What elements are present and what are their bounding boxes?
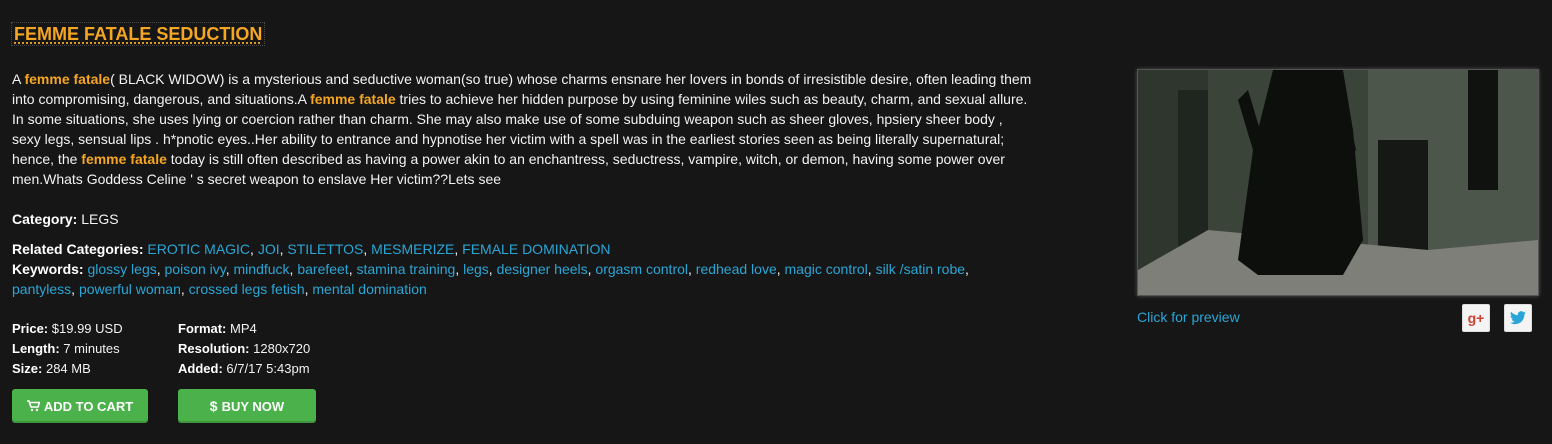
related-list: EROTIC MAGIC, JOI, STILETTOS, MESMERIZE,… [147, 241, 611, 257]
keyword-link[interactable]: pantyless [12, 281, 71, 297]
preview-image [1138, 70, 1538, 295]
length-row: Length: 7 minutes [12, 339, 123, 359]
meta-col-right: Format: MP4 Resolution: 1280x720 Added: … [178, 319, 310, 379]
shopping-cart-icon [26, 400, 40, 412]
twitter-bird-icon [1510, 311, 1526, 325]
keyword-list: glossy legs, poison ivy, mindfuck, baref… [12, 261, 969, 297]
resolution-row: Resolution: 1280x720 [178, 339, 310, 359]
added-label: Added: [178, 361, 223, 376]
resolution-label: Resolution: [178, 341, 250, 356]
add-to-cart-button[interactable]: ADD TO CART [12, 389, 148, 423]
desc-highlight: femme fatale [81, 151, 167, 167]
keyword-link[interactable]: designer heels [497, 261, 588, 277]
keyword-link[interactable]: powerful woman [79, 281, 181, 297]
related-category-link[interactable]: FEMALE DOMINATION [462, 241, 610, 257]
price-value: $19.99 USD [51, 321, 123, 336]
related-categories-row: Related Categories: EROTIC MAGIC, JOI, S… [12, 239, 1032, 259]
related-category-link[interactable]: MESMERIZE [371, 241, 454, 257]
keyword-link[interactable]: silk /satin robe [876, 261, 965, 277]
price-row: Price: $19.99 USD [12, 319, 123, 339]
category-value: LEGS [81, 211, 119, 227]
related-label: Related Categories: [12, 241, 144, 257]
format-label: Format: [178, 321, 227, 336]
desc-text: A [12, 71, 25, 87]
length-value: 7 minutes [63, 341, 120, 356]
keywords-label: Keywords: [12, 261, 84, 277]
keyword-link[interactable]: poison ivy [165, 261, 226, 277]
format-value: MP4 [230, 321, 257, 336]
description: A femme fatale( BLACK WIDOW) is a myster… [12, 69, 1032, 189]
desc-highlight: femme fatale [310, 91, 396, 107]
size-label: Size: [12, 361, 43, 376]
buy-now-button[interactable]: $ BUY NOW [178, 389, 316, 423]
twitter-share-button[interactable] [1504, 304, 1532, 332]
keyword-link[interactable]: glossy legs [87, 261, 156, 277]
keyword-link[interactable]: legs [463, 261, 489, 277]
price-label: Price: [12, 321, 49, 336]
added-value: 6/7/17 5:43pm [226, 361, 310, 376]
keyword-link[interactable]: stamina training [356, 261, 455, 277]
related-category-link[interactable]: JOI [258, 241, 280, 257]
related-category-link[interactable]: EROTIC MAGIC [147, 241, 250, 257]
page-title: FEMME FATALE SEDUCTION [11, 22, 266, 46]
preview-link[interactable]: Click for preview [1137, 308, 1240, 326]
size-value: 284 MB [45, 361, 91, 376]
resolution-value: 1280x720 [253, 341, 311, 356]
category-row: Category: LEGS [12, 209, 119, 229]
google-plus-icon: g+ [1467, 310, 1485, 326]
keyword-link[interactable]: crossed legs fetish [189, 281, 305, 297]
dollar-icon: $ [209, 398, 218, 414]
preview-thumbnail[interactable] [1137, 69, 1539, 296]
keyword-link[interactable]: mindfuck [234, 261, 290, 277]
keyword-link[interactable]: magic control [785, 261, 868, 277]
format-row: Format: MP4 [178, 319, 310, 339]
added-row: Added: 6/7/17 5:43pm [178, 359, 310, 379]
google-plus-share-button[interactable]: g+ [1462, 304, 1490, 332]
keyword-link[interactable]: barefeet [297, 261, 348, 277]
meta-col-left: Price: $19.99 USD Length: 7 minutes Size… [12, 319, 123, 379]
desc-highlight: femme fatale [24, 71, 111, 87]
size-row: Size: 284 MB [12, 359, 123, 379]
buy-now-label: BUY NOW [221, 398, 285, 414]
keyword-link[interactable]: mental domination [312, 281, 426, 297]
add-to-cart-label: ADD TO CART [43, 398, 134, 414]
category-label: Category: [12, 211, 78, 227]
related-category-link[interactable]: STILETTOS [287, 241, 363, 257]
keyword-link[interactable]: orgasm control [595, 261, 688, 277]
keyword-link[interactable]: redhead love [696, 261, 777, 277]
length-label: Length: [12, 341, 60, 356]
keywords-row: Keywords: glossy legs, poison ivy, mindf… [12, 259, 1022, 299]
